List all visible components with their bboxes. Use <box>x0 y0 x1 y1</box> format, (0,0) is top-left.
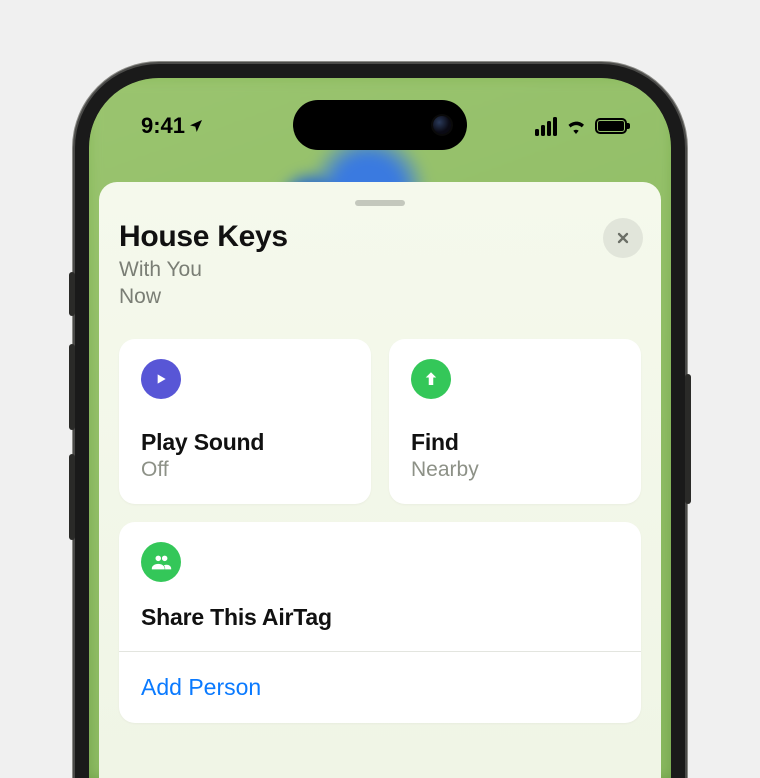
wifi-icon <box>565 118 587 134</box>
item-timestamp: Now <box>119 285 161 308</box>
power-button <box>685 374 691 504</box>
share-title: Share This AirTag <box>141 604 619 631</box>
status-time: 9:41 <box>141 113 185 139</box>
cellular-icon <box>535 117 557 136</box>
volume-down-button <box>69 454 75 540</box>
find-status: Nearby <box>411 458 619 482</box>
action-card-row: Play Sound Off Find Nearby <box>119 339 641 504</box>
dynamic-island <box>293 100 467 150</box>
status-time-group: 9:41 <box>141 113 204 139</box>
volume-up-button <box>69 344 75 430</box>
add-person-button[interactable]: Add Person <box>141 652 619 723</box>
people-icon <box>141 542 181 582</box>
front-camera <box>433 116 451 134</box>
find-label: Find <box>411 429 619 456</box>
play-icon <box>141 359 181 399</box>
play-sound-status: Off <box>141 458 349 482</box>
phone-device-frame: 9:41 House Keys With You Now <box>75 64 685 778</box>
share-card: Share This AirTag Add Person <box>119 522 641 723</box>
mute-switch <box>69 272 75 316</box>
item-subtitle: With You Now <box>119 256 641 311</box>
find-card[interactable]: Find Nearby <box>389 339 641 504</box>
location-services-icon <box>188 118 204 134</box>
battery-icon <box>595 118 627 134</box>
arrow-up-icon <box>411 359 451 399</box>
status-right-group <box>535 117 627 136</box>
play-sound-label: Play Sound <box>141 429 349 456</box>
sheet-header: House Keys With You Now <box>119 220 641 311</box>
item-title: House Keys <box>119 220 641 254</box>
close-button[interactable] <box>603 218 643 258</box>
sheet-grabber[interactable] <box>355 200 405 206</box>
item-location: With You <box>119 258 202 281</box>
play-sound-card[interactable]: Play Sound Off <box>119 339 371 504</box>
close-icon <box>615 230 631 246</box>
phone-screen: 9:41 House Keys With You Now <box>89 78 671 778</box>
item-detail-sheet: House Keys With You Now Play Sound Off <box>99 182 661 778</box>
